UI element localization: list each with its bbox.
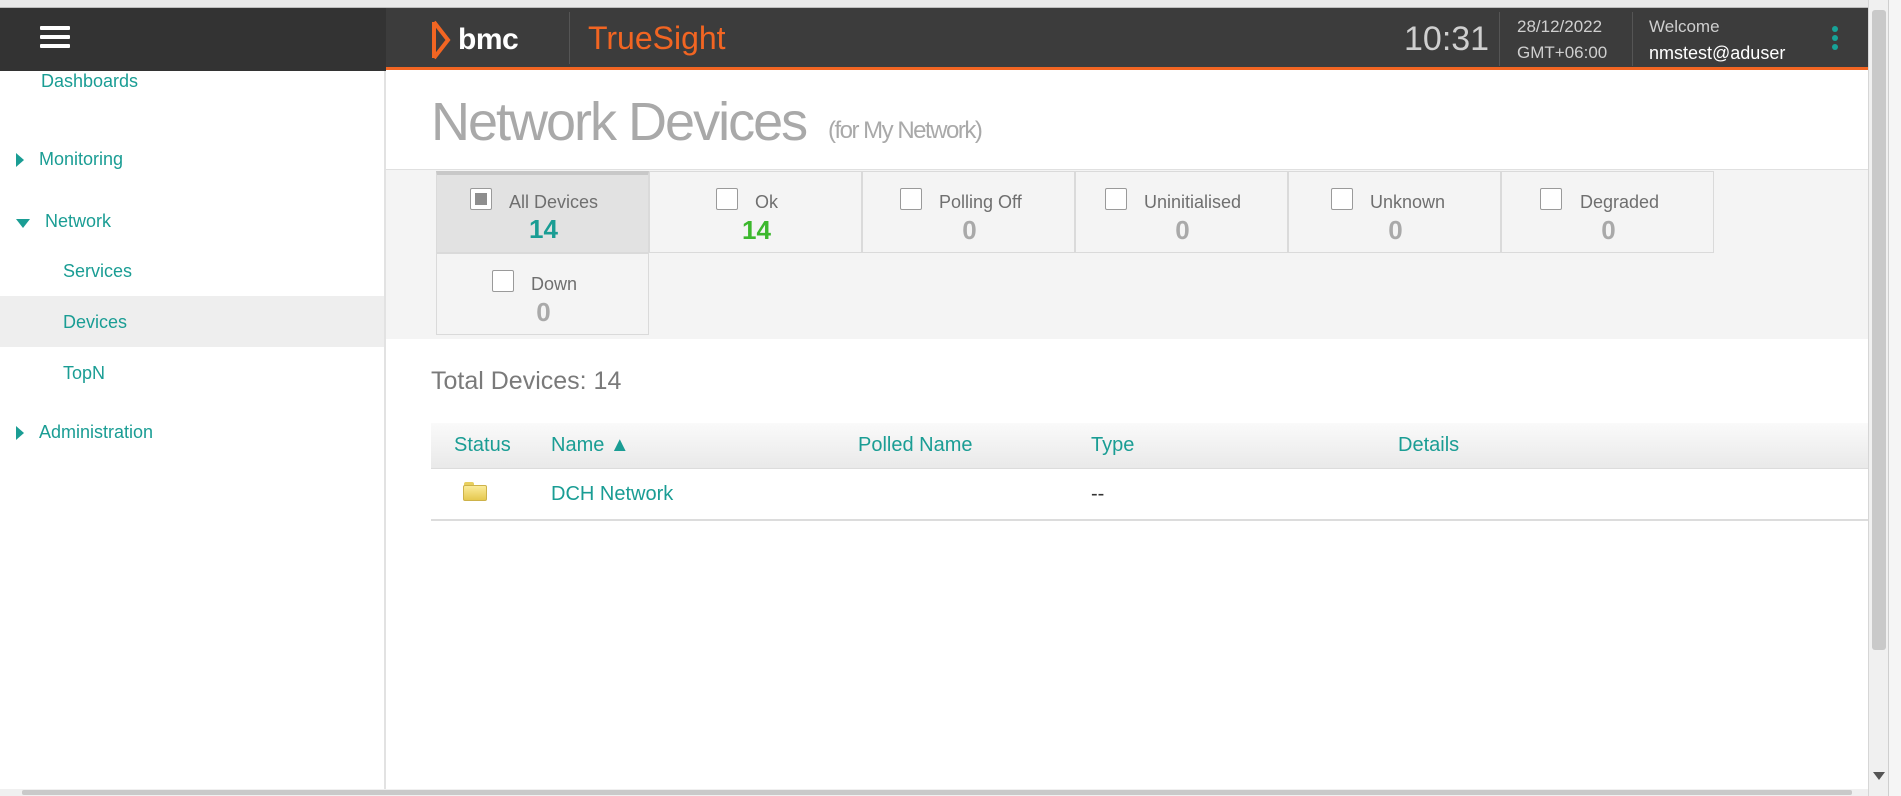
filter-label: Ok bbox=[755, 192, 779, 212]
filter-checkbox[interactable] bbox=[900, 188, 922, 210]
filter-tile-ok[interactable]: Ok 14 bbox=[649, 171, 862, 253]
filter-tile-down[interactable]: Down 0 bbox=[436, 253, 649, 335]
header-separator bbox=[1499, 12, 1500, 66]
sidebar-item-label: Network bbox=[45, 211, 112, 231]
main-content: Network Devices (for My Network) All Dev… bbox=[386, 71, 1868, 796]
logo-divider bbox=[569, 12, 570, 64]
expand-arrow-icon bbox=[16, 426, 24, 440]
window-edge bbox=[1888, 0, 1901, 796]
status-filter-panel: All Devices 14 Ok 14 Polling Off 0 Unini… bbox=[386, 169, 1868, 339]
welcome-label: Welcome bbox=[1649, 17, 1720, 36]
table-header: Status Name ▲ Polled Name Type Details bbox=[431, 423, 1868, 469]
sidebar-item-label: Devices bbox=[63, 312, 128, 332]
filter-tile-unknown[interactable]: Unknown 0 bbox=[1288, 171, 1501, 253]
bmc-chevron-icon bbox=[432, 20, 451, 60]
sidebar-item-devices[interactable]: Devices bbox=[0, 296, 384, 347]
window-top-edge bbox=[0, 0, 1901, 8]
sidebar-item-administration[interactable]: Administration bbox=[0, 422, 384, 448]
column-header-details[interactable]: Details bbox=[1398, 434, 1459, 457]
filter-label: Unknown bbox=[1370, 192, 1446, 212]
more-options-icon[interactable] bbox=[1832, 26, 1838, 50]
filter-count: 14 bbox=[529, 214, 558, 244]
column-header-name[interactable]: Name ▲ bbox=[551, 434, 630, 457]
filter-checkbox[interactable] bbox=[1105, 188, 1127, 210]
sidebar-item-label: Dashboards bbox=[41, 71, 139, 91]
sidebar-item-network[interactable]: Network bbox=[0, 211, 384, 237]
type-cell: -- bbox=[1091, 483, 1105, 505]
collapse-arrow-icon bbox=[16, 219, 30, 228]
filter-label: Down bbox=[531, 274, 578, 294]
username: nmstest@aduser bbox=[1649, 43, 1786, 63]
filter-checkbox[interactable] bbox=[1540, 188, 1562, 210]
brand-name: bmc bbox=[458, 23, 519, 56]
page-subtitle: (for My Network) bbox=[828, 117, 983, 144]
scrollbar-thumb[interactable] bbox=[22, 790, 1852, 795]
hamburger-menu-icon[interactable] bbox=[40, 22, 70, 52]
nav-header bbox=[0, 8, 386, 71]
filter-count: 0 bbox=[1601, 215, 1616, 245]
timezone: GMT+06:00 bbox=[1517, 43, 1608, 62]
column-header-polled-name[interactable]: Polled Name bbox=[858, 434, 973, 457]
date-block: 28/12/2022 GMT+06:00 bbox=[1517, 14, 1607, 66]
current-date: 28/12/2022 bbox=[1517, 17, 1603, 36]
product-name: TrueSight bbox=[588, 20, 726, 56]
filter-tile-polling-off[interactable]: Polling Off 0 bbox=[862, 171, 1075, 253]
scrollbar-thumb[interactable] bbox=[1872, 10, 1886, 650]
vertical-scrollbar[interactable] bbox=[1868, 0, 1888, 796]
sidebar: Dashboards Monitoring Network Services D… bbox=[0, 71, 386, 796]
device-name-link[interactable]: DCH Network bbox=[551, 483, 673, 506]
filter-count: 0 bbox=[1175, 215, 1190, 245]
filter-checkbox[interactable] bbox=[470, 188, 492, 210]
horizontal-scrollbar[interactable] bbox=[0, 789, 1868, 796]
column-header-type[interactable]: Type bbox=[1091, 434, 1134, 457]
sidebar-item-topn[interactable]: TopN bbox=[0, 363, 384, 389]
filter-count: 0 bbox=[962, 215, 977, 245]
top-bar: bmc TrueSight 10:31 28/12/2022 GMT+06:00… bbox=[386, 8, 1868, 70]
user-block[interactable]: Welcome nmstest@aduser bbox=[1649, 14, 1785, 66]
table-row[interactable]: DCH Network -- bbox=[431, 469, 1868, 521]
filter-checkbox[interactable] bbox=[716, 188, 738, 210]
filter-count: 0 bbox=[1388, 215, 1403, 245]
filter-label: Uninitialised bbox=[1144, 192, 1242, 212]
sidebar-item-dashboards[interactable]: Dashboards bbox=[0, 71, 384, 121]
bmc-logo[interactable]: bmc bbox=[430, 20, 519, 60]
sidebar-item-label: Services bbox=[63, 261, 133, 281]
page-title: Network Devices bbox=[431, 92, 808, 152]
filter-count: 14 bbox=[742, 215, 771, 245]
expand-arrow-icon bbox=[16, 153, 24, 167]
devices-table: Status Name ▲ Polled Name Type Details D… bbox=[431, 423, 1868, 521]
header-separator bbox=[1632, 12, 1633, 66]
filter-tile-uninitialised[interactable]: Uninitialised 0 bbox=[1075, 171, 1288, 253]
sidebar-item-label: Administration bbox=[39, 422, 154, 442]
sidebar-item-label: TopN bbox=[63, 363, 106, 383]
column-header-status[interactable]: Status bbox=[454, 434, 511, 457]
clock: 10:31 bbox=[1404, 20, 1490, 58]
filter-checkbox[interactable] bbox=[1331, 188, 1353, 210]
folder-icon bbox=[463, 482, 487, 501]
total-devices: Total Devices: 14 bbox=[431, 367, 622, 395]
filter-checkbox[interactable] bbox=[492, 270, 514, 292]
sidebar-item-monitoring[interactable]: Monitoring bbox=[0, 149, 384, 175]
filter-label: Polling Off bbox=[939, 192, 1022, 212]
filter-tile-all-devices[interactable]: All Devices 14 bbox=[436, 171, 649, 253]
sidebar-item-services[interactable]: Services bbox=[0, 261, 384, 287]
filter-label: Degraded bbox=[1580, 192, 1660, 212]
filter-tile-degraded[interactable]: Degraded 0 bbox=[1501, 171, 1714, 253]
filter-count: 0 bbox=[536, 297, 551, 327]
scroll-down-arrow-icon[interactable] bbox=[1873, 772, 1885, 780]
sidebar-item-label: Monitoring bbox=[39, 149, 124, 169]
filter-label: All Devices bbox=[509, 192, 599, 212]
